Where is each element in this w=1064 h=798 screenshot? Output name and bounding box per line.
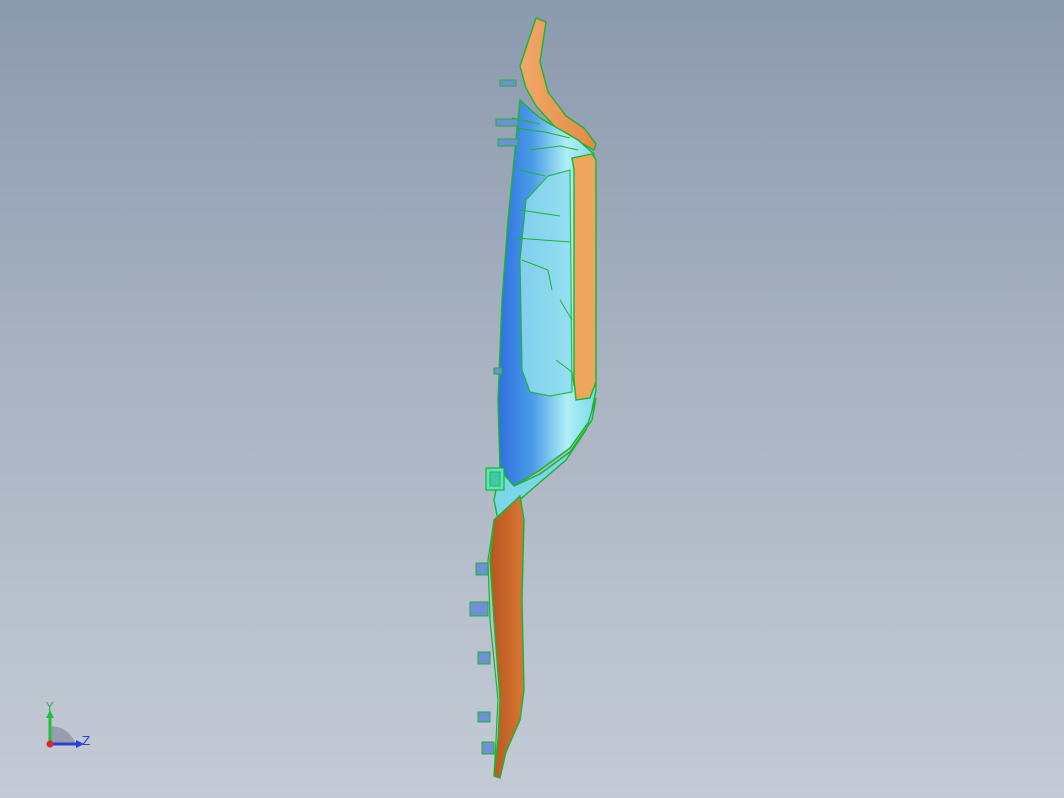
- boss-7: [477, 651, 491, 665]
- inner-cavity: [519, 169, 573, 397]
- boss-4: [493, 367, 503, 375]
- boss-8: [477, 711, 491, 723]
- y-axis-label: Y: [46, 700, 54, 714]
- boss-5: [475, 562, 489, 576]
- boss-1: [499, 79, 517, 87]
- lower-flange: [489, 494, 525, 779]
- z-axis-label: Z: [82, 734, 91, 748]
- boss-2: [495, 118, 519, 127]
- boss-6: [469, 601, 489, 617]
- side-panel: [571, 153, 597, 401]
- clip-block-inner: [489, 471, 501, 487]
- x-axis-point: [46, 740, 54, 748]
- cad-model[interactable]: [0, 0, 1064, 798]
- boss-3: [497, 138, 519, 147]
- lower-bosses: [469, 562, 495, 755]
- triad-plane: [50, 726, 76, 744]
- 3d-viewport[interactable]: Y Z: [0, 0, 1064, 798]
- boss-9: [481, 741, 495, 755]
